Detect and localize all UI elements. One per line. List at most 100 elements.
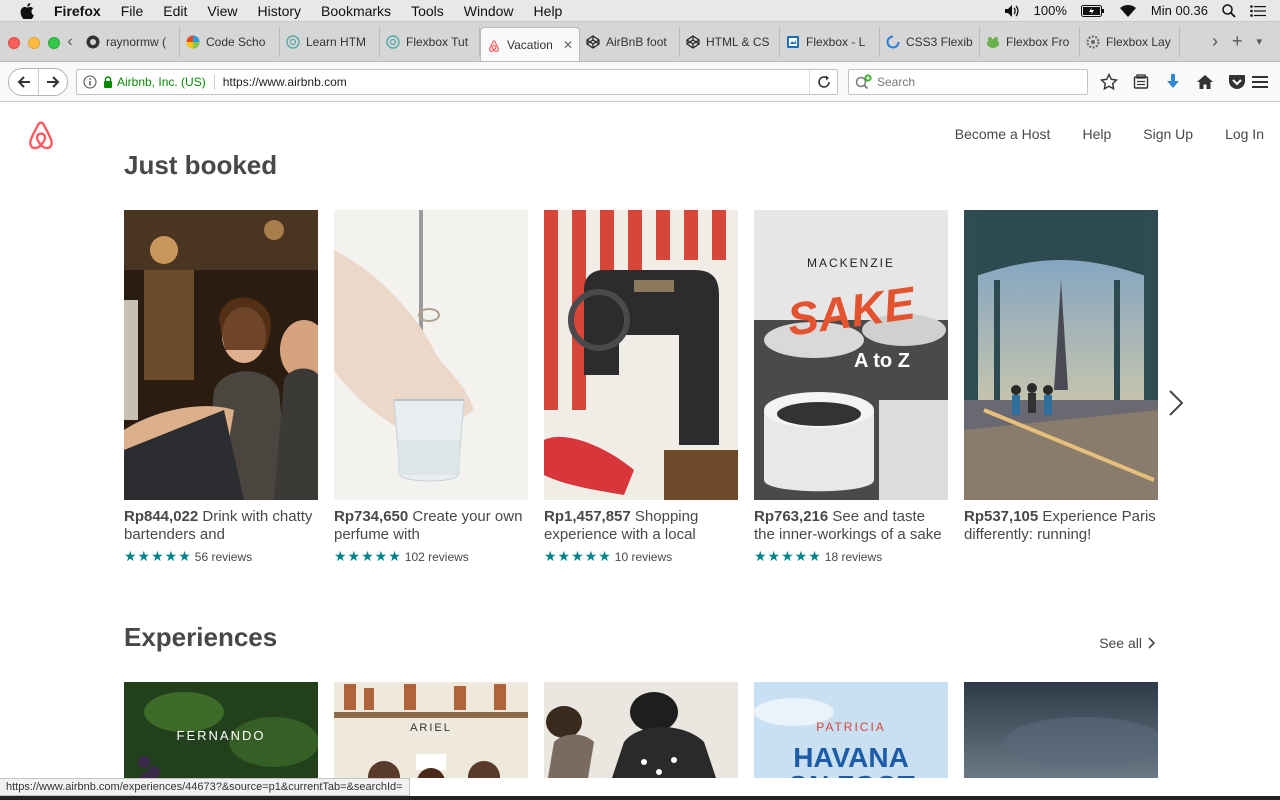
clock[interactable]: Min 00.36 — [1151, 3, 1208, 18]
card-image[interactable] — [124, 210, 318, 500]
menu-edit[interactable]: Edit — [163, 3, 187, 19]
experience-card[interactable] — [544, 682, 738, 778]
experience-card[interactable]: Rp537,105 Experience Paris differently: … — [964, 210, 1158, 565]
list-all-tabs-icon[interactable]: ▾ — [1256, 35, 1262, 48]
experience-card[interactable]: Rp734,650 Create your own perfume with ★… — [334, 210, 528, 565]
card-image[interactable] — [964, 210, 1158, 500]
bookmarks-menu-icon[interactable] — [1132, 73, 1150, 91]
log-in-link[interactable]: Log In — [1225, 126, 1264, 142]
tab-flexbox-l[interactable]: Flexbox - L — [780, 27, 880, 57]
menu-file[interactable]: File — [121, 3, 144, 19]
tab-codeschool[interactable]: Code Scho — [180, 27, 280, 57]
tab-github[interactable]: raynormw ( — [80, 27, 180, 57]
wifi-icon[interactable] — [1119, 4, 1137, 18]
menu-help[interactable]: Help — [534, 3, 563, 19]
become-host-link[interactable]: Become a Host — [955, 126, 1051, 142]
loading-icon — [886, 35, 900, 49]
tab-flexbox-froggy[interactable]: Flexbox Fro — [980, 27, 1080, 57]
review-count: 56 reviews — [194, 549, 253, 564]
help-link[interactable]: Help — [1082, 126, 1111, 142]
globe-icon — [286, 35, 300, 49]
card-price: Rp734,650 — [334, 508, 409, 525]
close-tab-icon[interactable]: ✕ — [563, 38, 573, 52]
menu-bookmarks[interactable]: Bookmarks — [321, 3, 391, 19]
card-rating: ★★★★★ 56 reviews — [124, 548, 318, 565]
codepen-icon — [586, 35, 600, 49]
site-nav: Become a Host Help Sign Up Log In — [955, 126, 1264, 142]
menu-history[interactable]: History — [257, 3, 301, 19]
menu-tools[interactable]: Tools — [411, 3, 444, 19]
notification-center-icon[interactable] — [1250, 4, 1266, 17]
forward-button[interactable] — [39, 69, 67, 95]
tab-strip: ‹ raynormw ( Code Scho Learn HTM Flexbox… — [0, 22, 1280, 62]
hamburger-menu-icon[interactable] — [1252, 75, 1268, 89]
experience-card[interactable]: MACKENZIE SAKE A to Z Rp763,216 See and … — [754, 210, 948, 565]
search-engine-icon[interactable] — [855, 73, 873, 90]
home-icon[interactable] — [1196, 73, 1214, 91]
apple-icon[interactable] — [20, 2, 36, 19]
card-image[interactable] — [964, 682, 1158, 778]
airbnb-logo-icon[interactable] — [26, 118, 56, 150]
search-input[interactable]: Search — [877, 75, 915, 89]
battery-icon[interactable] — [1080, 4, 1105, 17]
codeschool-icon — [186, 35, 200, 49]
reload-button[interactable] — [809, 69, 837, 94]
tab-airbnb-foot[interactable]: AirBnB foot — [580, 27, 680, 57]
pocket-icon[interactable] — [1228, 73, 1246, 91]
menu-bar: Firefox File Edit View History Bookmarks… — [0, 0, 1280, 22]
url-bar[interactable]: Airbnb, Inc. (US) https://www.airbnb.com — [76, 68, 838, 95]
tab-label: Flexbox - L — [806, 35, 866, 49]
menu-app[interactable]: Firefox — [54, 3, 101, 19]
minimize-window-button[interactable] — [28, 36, 40, 49]
tab-html-css[interactable]: HTML & CS — [680, 27, 780, 57]
site-info-icon[interactable] — [83, 74, 97, 89]
carousel-next-button[interactable] — [1166, 388, 1186, 418]
experience-card[interactable] — [964, 682, 1158, 778]
menu-view[interactable]: View — [207, 3, 237, 19]
tab-flexbox-tut[interactable]: Flexbox Tut — [380, 27, 480, 57]
just-booked-title: Just booked — [124, 150, 278, 180]
card-image[interactable] — [544, 210, 738, 500]
card-image[interactable] — [544, 682, 738, 778]
tab-label: AirBnB foot — [606, 35, 667, 49]
tab-scroll-left-icon[interactable]: ‹ — [60, 27, 80, 57]
flexbox-icon — [786, 35, 800, 49]
card-image[interactable] — [334, 210, 528, 500]
card-image[interactable]: MACKENZIE SAKE A to Z — [754, 210, 948, 500]
tab-flexbox-layout[interactable]: Flexbox Lay — [1080, 27, 1180, 57]
experience-card[interactable]: Rp844,022 Drink with chatty bartenders a… — [124, 210, 318, 565]
just-booked-list: Rp844,022 Drink with chatty bartenders a… — [124, 210, 1158, 565]
volume-icon[interactable] — [1004, 4, 1020, 18]
card-image[interactable]: FERNANDO — [124, 682, 318, 778]
experiences-title: Experiences — [124, 622, 278, 652]
bookmark-star-icon[interactable] — [1100, 72, 1118, 91]
frog-icon — [986, 35, 1000, 49]
lock-icon — [103, 75, 113, 88]
experience-card[interactable]: Rp1,457,857 Shopping experience with a l… — [544, 210, 738, 565]
tab-learn-html[interactable]: Learn HTM — [280, 27, 380, 57]
url-text[interactable]: https://www.airbnb.com — [223, 75, 809, 89]
spotlight-icon[interactable] — [1222, 3, 1236, 18]
close-window-button[interactable] — [8, 36, 20, 49]
see-all-link[interactable]: See all — [1099, 635, 1156, 651]
new-tab-icon[interactable]: + — [1232, 31, 1243, 52]
card-rating: ★★★★★ 102 reviews — [334, 548, 528, 565]
tab-label: Flexbox Lay — [1106, 35, 1171, 49]
tab-css3-flex[interactable]: CSS3 Flexib — [880, 27, 980, 57]
web-page: Become a Host Help Sign Up Log In Just b… — [0, 102, 1280, 778]
sign-up-link[interactable]: Sign Up — [1143, 126, 1193, 142]
menu-window[interactable]: Window — [464, 3, 514, 19]
globe-icon — [386, 35, 400, 49]
search-bar[interactable]: Search — [848, 68, 1088, 95]
card-price: Rp763,216 — [754, 508, 829, 525]
tab-vacation-active[interactable]: Vacation ✕ — [480, 27, 580, 61]
downloads-icon[interactable] — [1164, 73, 1182, 91]
card-image[interactable]: ARIEL — [334, 682, 528, 778]
card-image[interactable]: PATRICIA HAVANA ON FOOT — [754, 682, 948, 778]
tab-scroll-right-icon[interactable]: › — [1212, 31, 1218, 52]
back-button[interactable] — [9, 68, 39, 95]
experience-card[interactable]: FERNANDO — [124, 682, 318, 778]
experience-card[interactable]: PATRICIA HAVANA ON FOOT — [754, 682, 948, 778]
zoom-window-button[interactable] — [48, 36, 60, 49]
experience-card[interactable]: ARIEL — [334, 682, 528, 778]
